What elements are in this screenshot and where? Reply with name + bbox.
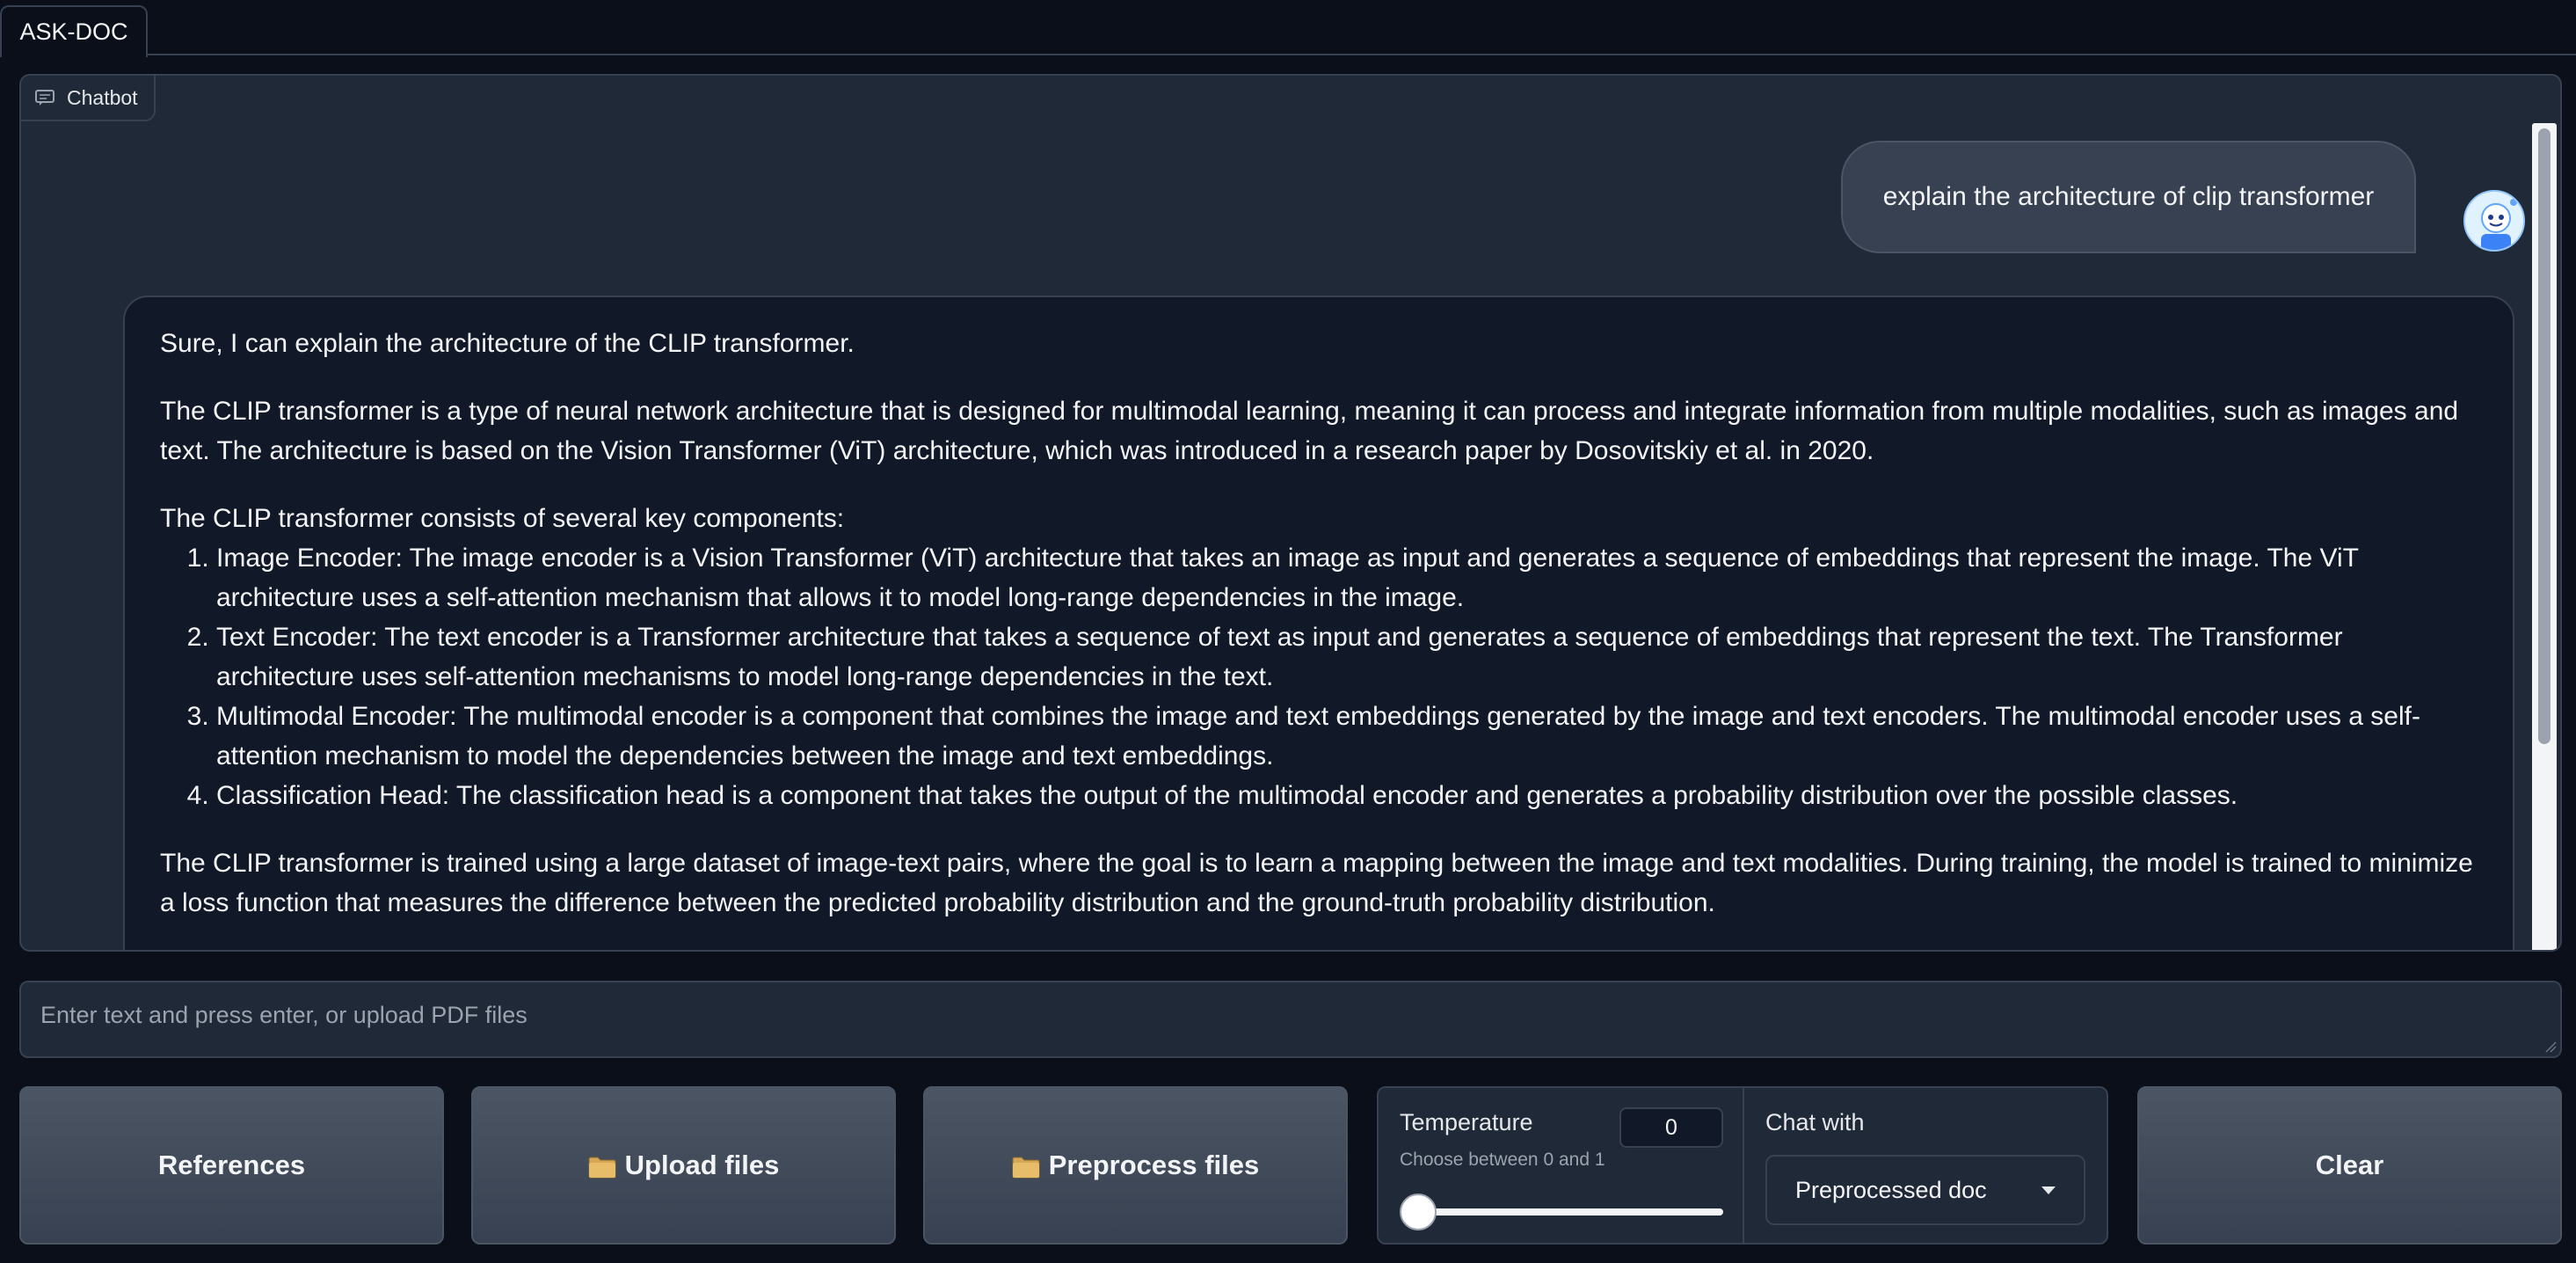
folder-icon (588, 1154, 616, 1179)
upload-files-button[interactable]: Upload files (471, 1086, 896, 1245)
list-item: Multimodal Encoder: The multimodal encod… (216, 697, 2478, 776)
bot-list-intro: The CLIP transformer consists of several… (160, 504, 845, 533)
settings-divider (1743, 1088, 1744, 1243)
temperature-slider-thumb[interactable] (1400, 1194, 1437, 1230)
list-item: Text Encoder: The text encoder is a Tran… (216, 617, 2478, 697)
temperature-label: Temperature (1400, 1109, 1533, 1135)
references-button[interactable]: References (19, 1086, 444, 1245)
chat-scrollbar[interactable] (2532, 123, 2557, 950)
references-button-label: References (157, 1150, 306, 1180)
temperature-info: Choose between 0 and 1 (1400, 1150, 1605, 1170)
list-item: Classification Head: The classification … (216, 776, 2478, 815)
message-input[interactable] (40, 1002, 2541, 1040)
chevron-down-icon (2041, 1186, 2056, 1194)
clear-button-label: Clear (2315, 1150, 2384, 1180)
tab-bar: ASK-DOC (0, 0, 2576, 57)
chatbot-panel: Chatbot explain the architecture of clip… (19, 74, 2562, 952)
upload-files-button-label: Upload files (624, 1150, 780, 1180)
tab-ask-doc[interactable]: ASK-DOC (0, 5, 148, 57)
chat-with-selected: Preprocessed doc (1795, 1176, 1987, 1203)
user-message: explain the architecture of clip transfo… (1841, 141, 2416, 253)
bot-component-list: Image Encoder: The image encoder is a Vi… (160, 538, 2478, 815)
temperature-number-input[interactable]: 0 (1619, 1107, 1723, 1148)
clear-button[interactable]: Clear (2137, 1086, 2562, 1245)
bot-message: Sure, I can explain the architecture of … (123, 296, 2514, 950)
settings-panel: Temperature Choose between 0 and 1 0 Cha… (1377, 1086, 2108, 1245)
chatbot-label: Chatbot (21, 76, 156, 121)
preprocess-files-button[interactable]: Preprocess files (923, 1086, 1348, 1245)
chatbot-label-text: Chatbot (67, 85, 138, 109)
bot-intro: Sure, I can explain the architecture of … (160, 329, 855, 358)
temperature-slider-track[interactable] (1410, 1208, 1723, 1216)
user-avatar-icon (2463, 190, 2525, 252)
bot-paragraph-1: The CLIP transformer is a type of neural… (160, 397, 2459, 465)
preprocess-files-button-label: Preprocess files (1048, 1150, 1260, 1180)
folder-icon (1012, 1154, 1040, 1179)
chat-bubble-icon (35, 90, 55, 106)
chat-with-label: Chat with (1765, 1109, 1865, 1135)
chat-with-dropdown[interactable]: Preprocessed doc (1765, 1155, 2085, 1225)
list-item: Image Encoder: The image encoder is a Vi… (216, 538, 2478, 617)
message-input-container (19, 981, 2562, 1058)
chat-scrollbar-thumb[interactable] (2538, 128, 2551, 744)
resize-grip-icon[interactable] (2544, 1040, 2557, 1053)
bot-paragraph-2: The CLIP transformer is trained using a … (160, 849, 2473, 917)
